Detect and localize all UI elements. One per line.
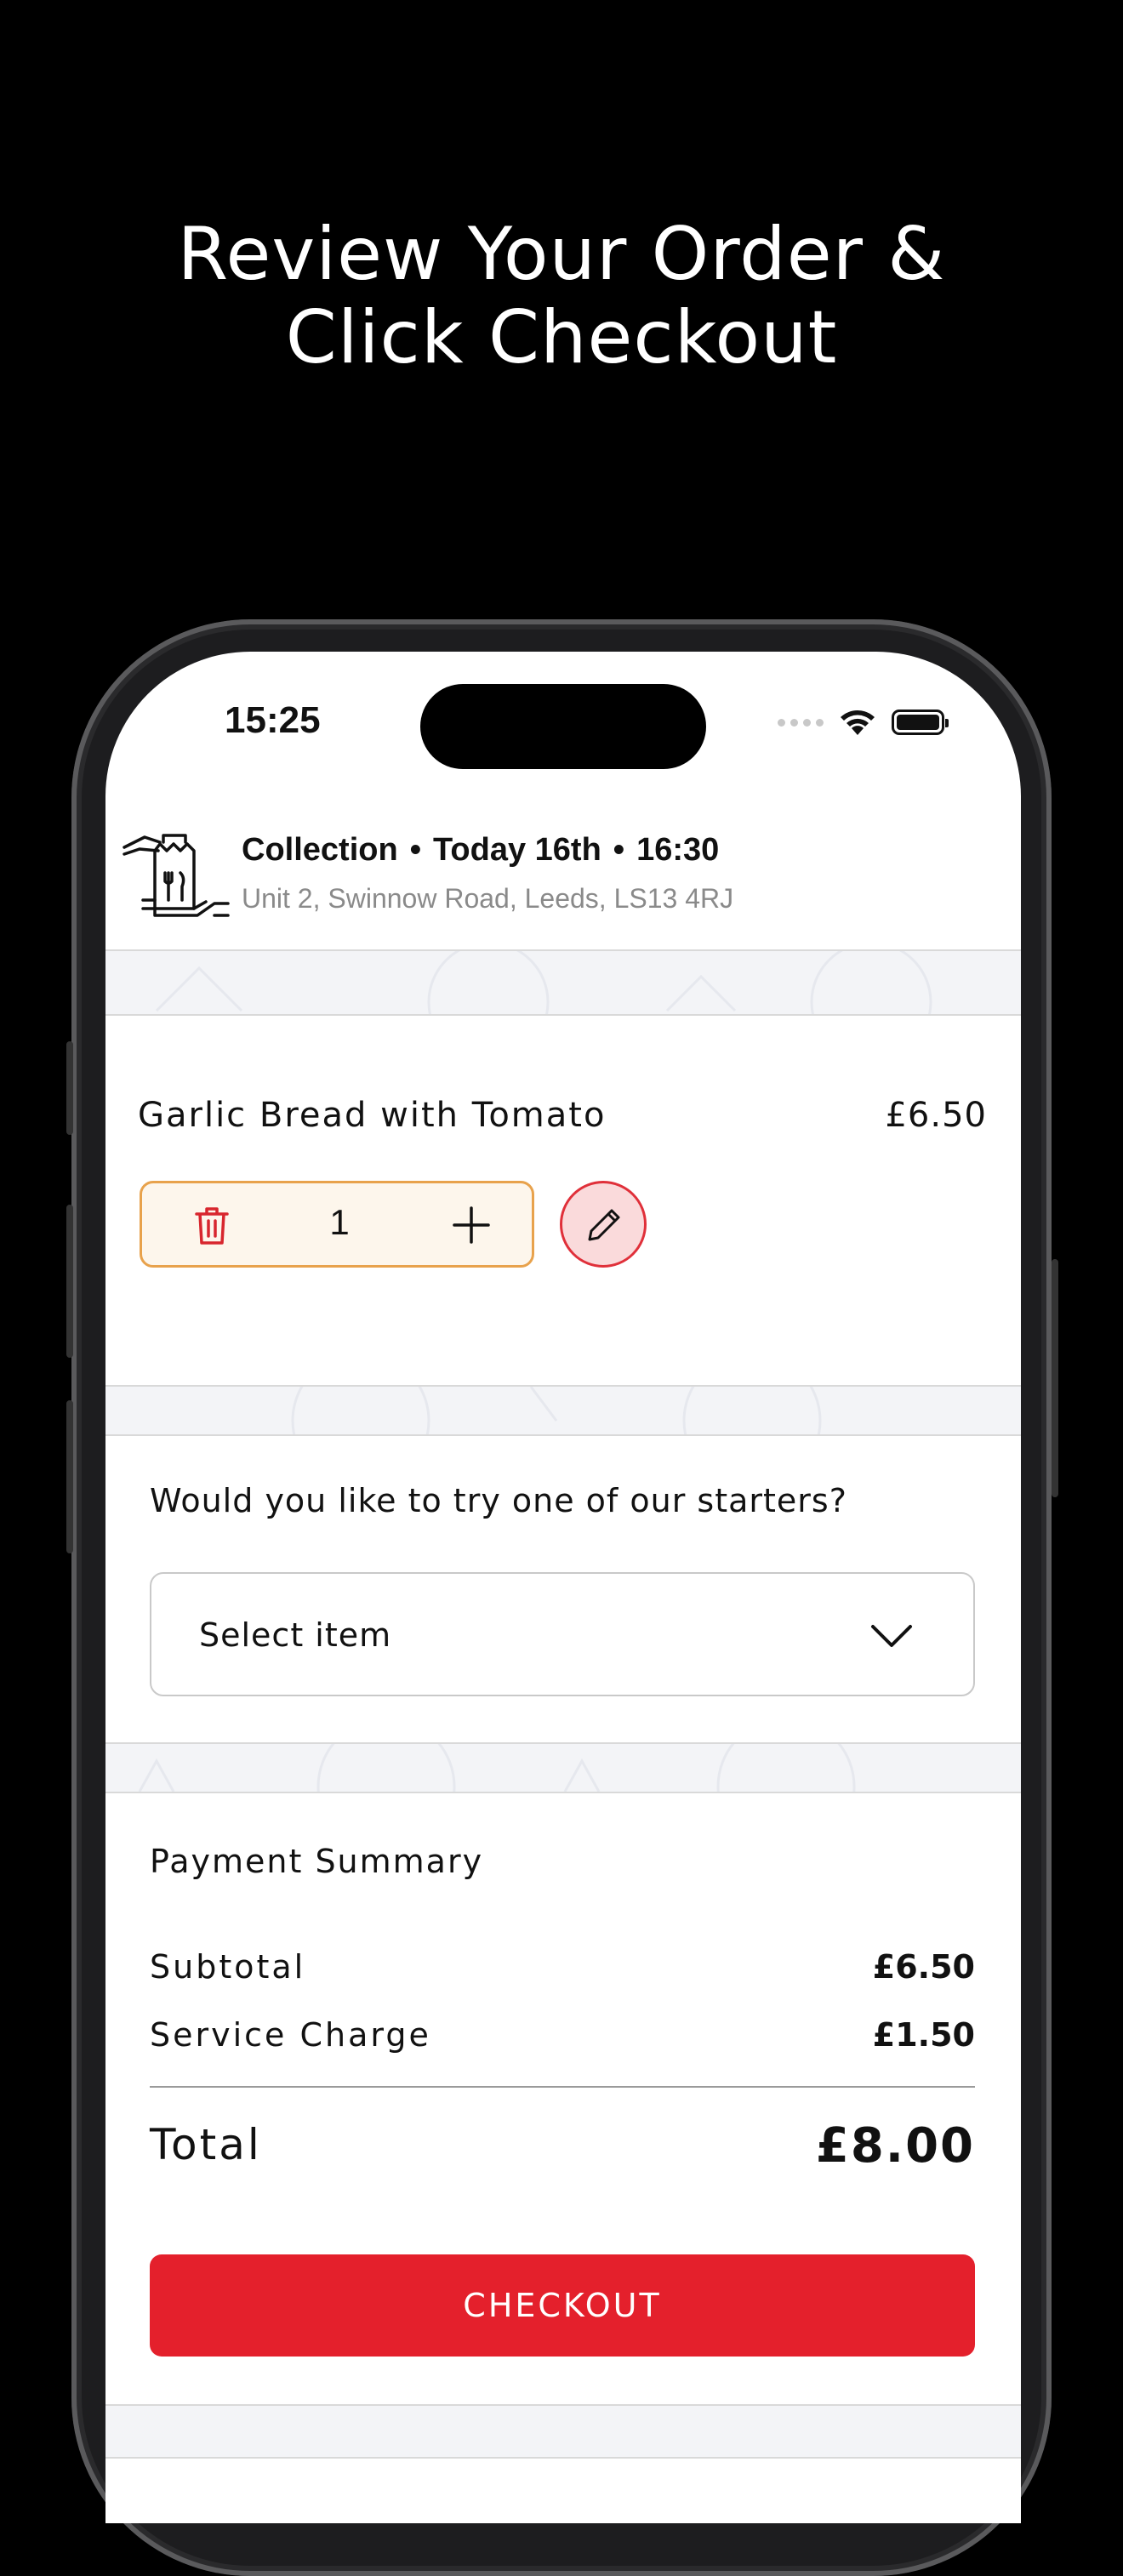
pattern-divider — [105, 2404, 1021, 2459]
subtotal-label: Subtotal — [150, 1948, 306, 1986]
order-header[interactable]: Collection • Today 16th • 16:30 Unit 2, Swin… — [105, 822, 1021, 949]
dynamic-island — [420, 684, 706, 769]
order-address: Unit 2, Swinnow Road, Leeds, LS13 4RJ — [242, 883, 734, 914]
order-mode: Collection — [242, 832, 398, 868]
upsell-question: Would you like to try one of our starter… — [150, 1482, 847, 1519]
status-icons — [778, 708, 949, 737]
service-charge-label: Service Charge — [150, 2016, 431, 2054]
phone-action-button — [66, 1041, 73, 1135]
edit-item-button[interactable] — [560, 1181, 647, 1268]
pattern-divider — [105, 949, 1021, 1016]
quantity-stepper: 1 — [140, 1181, 534, 1268]
order-day: Today 16th — [433, 832, 601, 868]
service-charge-value: £1.50 — [872, 2016, 975, 2054]
checkout-button[interactable]: CHECKOUT — [150, 2254, 975, 2357]
total-label: Total — [150, 2120, 262, 2169]
pattern-divider — [105, 1742, 1021, 1793]
order-header-title: Collection • Today 16th • 16:30 — [242, 832, 719, 869]
headline-line-1: Review Your Order & — [177, 212, 946, 297]
summary-divider — [150, 2086, 975, 2088]
collection-bag-icon — [123, 834, 230, 917]
phone-volume-down-button — [66, 1400, 73, 1553]
pattern-divider — [105, 1385, 1021, 1436]
header-separator: • — [613, 832, 625, 868]
cart-item-name: Garlic Bread with Tomato — [138, 1096, 607, 1135]
phone-screen: 15:25 Collection • Today 16th • 16:30 Unit 2… — [105, 652, 1021, 2523]
battery-icon — [892, 710, 949, 735]
cart-item-price: £6.50 — [885, 1096, 987, 1135]
phone-volume-up-button — [66, 1205, 73, 1358]
headline-line-2: Click Checkout — [285, 295, 838, 380]
cellular-signal-icon — [778, 718, 824, 727]
order-time: 16:30 — [636, 832, 720, 868]
header-separator: • — [409, 832, 421, 868]
wifi-icon — [841, 710, 875, 735]
promo-headline: Review Your Order & Click Checkout — [0, 213, 1123, 379]
plus-icon[interactable] — [452, 1205, 491, 1245]
starter-select-value: Select item — [199, 1616, 392, 1654]
subtotal-value: £6.50 — [872, 1948, 975, 1986]
payment-summary-title: Payment Summary — [150, 1843, 484, 1880]
total-value: £8.00 — [815, 2118, 975, 2174]
chevron-down-icon — [871, 1625, 912, 1647]
status-time: 15:25 — [225, 699, 321, 741]
phone-power-button — [1052, 1259, 1058, 1497]
starter-select[interactable]: Select item — [150, 1572, 975, 1696]
pencil-icon — [588, 1209, 620, 1241]
